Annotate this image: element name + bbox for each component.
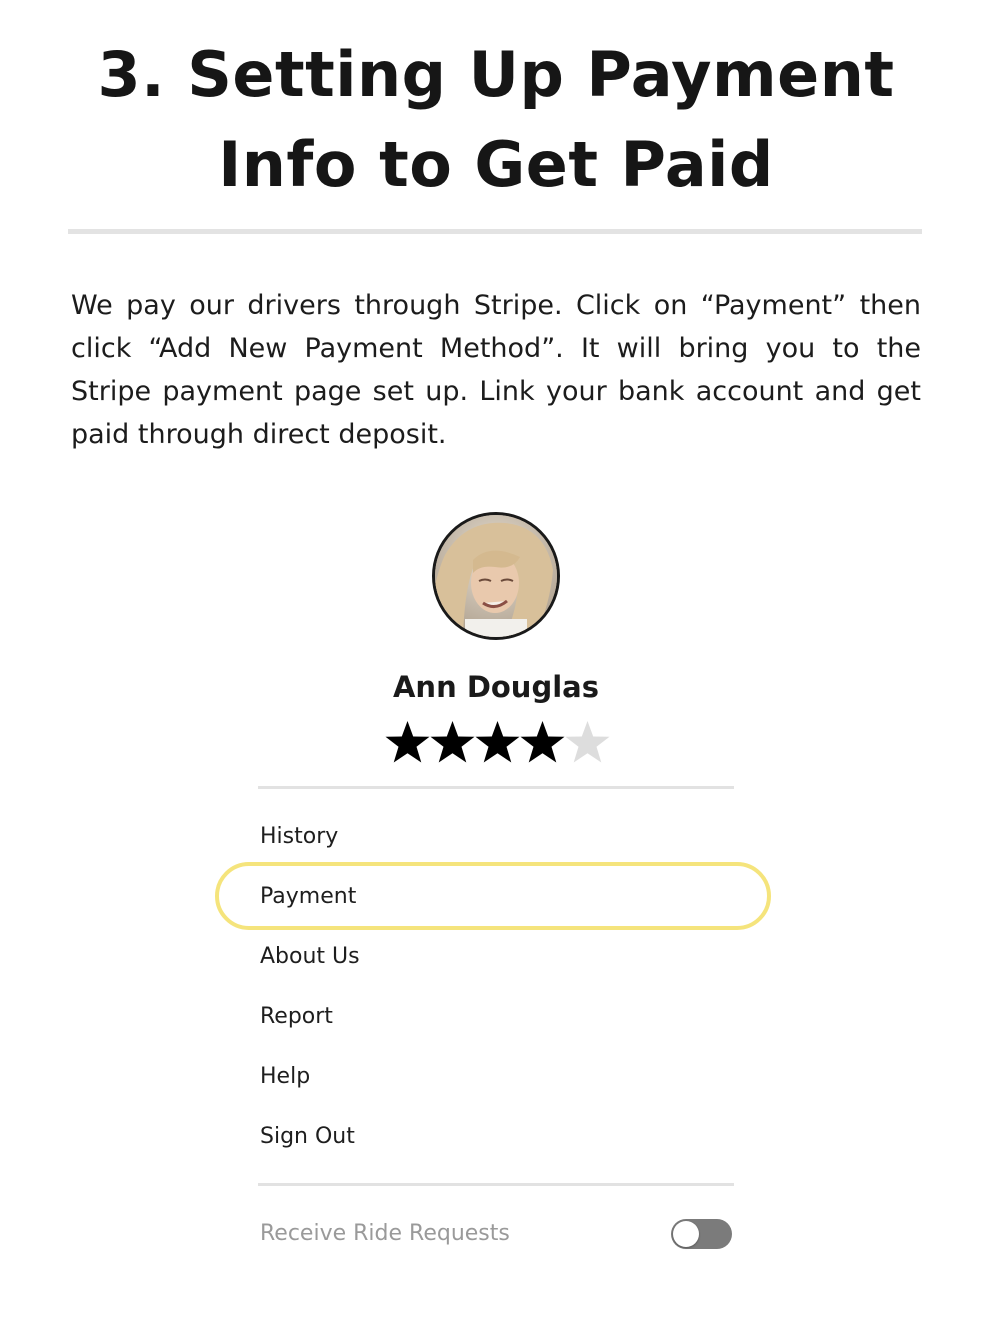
toggle-knob xyxy=(673,1221,699,1247)
menu-item-report[interactable]: Report xyxy=(260,997,730,1037)
avatar[interactable] xyxy=(432,512,560,640)
star-empty-icon xyxy=(565,721,610,763)
intro-paragraph: We pay our drivers through Stripe. Click… xyxy=(71,290,921,450)
avatar-photo xyxy=(435,515,557,637)
star-filled-icon xyxy=(385,721,430,763)
user-name: Ann Douglas xyxy=(392,670,599,704)
menu-item-help[interactable]: Help xyxy=(260,1057,730,1097)
menu-item-about-us[interactable]: About Us xyxy=(260,937,730,977)
menu-item-payment[interactable]: Payment xyxy=(260,877,730,917)
page-title-line1: 3. Setting Up Payment xyxy=(97,38,895,111)
star-filled-icon xyxy=(430,721,475,763)
star-filled-icon xyxy=(475,721,520,763)
star-rating xyxy=(385,718,610,768)
star-filled-icon xyxy=(520,721,565,763)
receive-ride-requests-toggle[interactable] xyxy=(671,1219,732,1249)
page-title-line2: Info to Get Paid xyxy=(218,128,774,201)
title-divider xyxy=(68,229,922,234)
menu-item-sign-out[interactable]: Sign Out xyxy=(260,1117,730,1157)
menu-bottom-divider xyxy=(258,1183,734,1186)
page-title: 3. Setting Up Payment Info to Get Paid xyxy=(60,30,932,210)
receive-ride-requests-label: Receive Ride Requests xyxy=(260,1221,510,1246)
menu-item-history[interactable]: History xyxy=(260,817,730,857)
menu-top-divider xyxy=(258,786,734,789)
